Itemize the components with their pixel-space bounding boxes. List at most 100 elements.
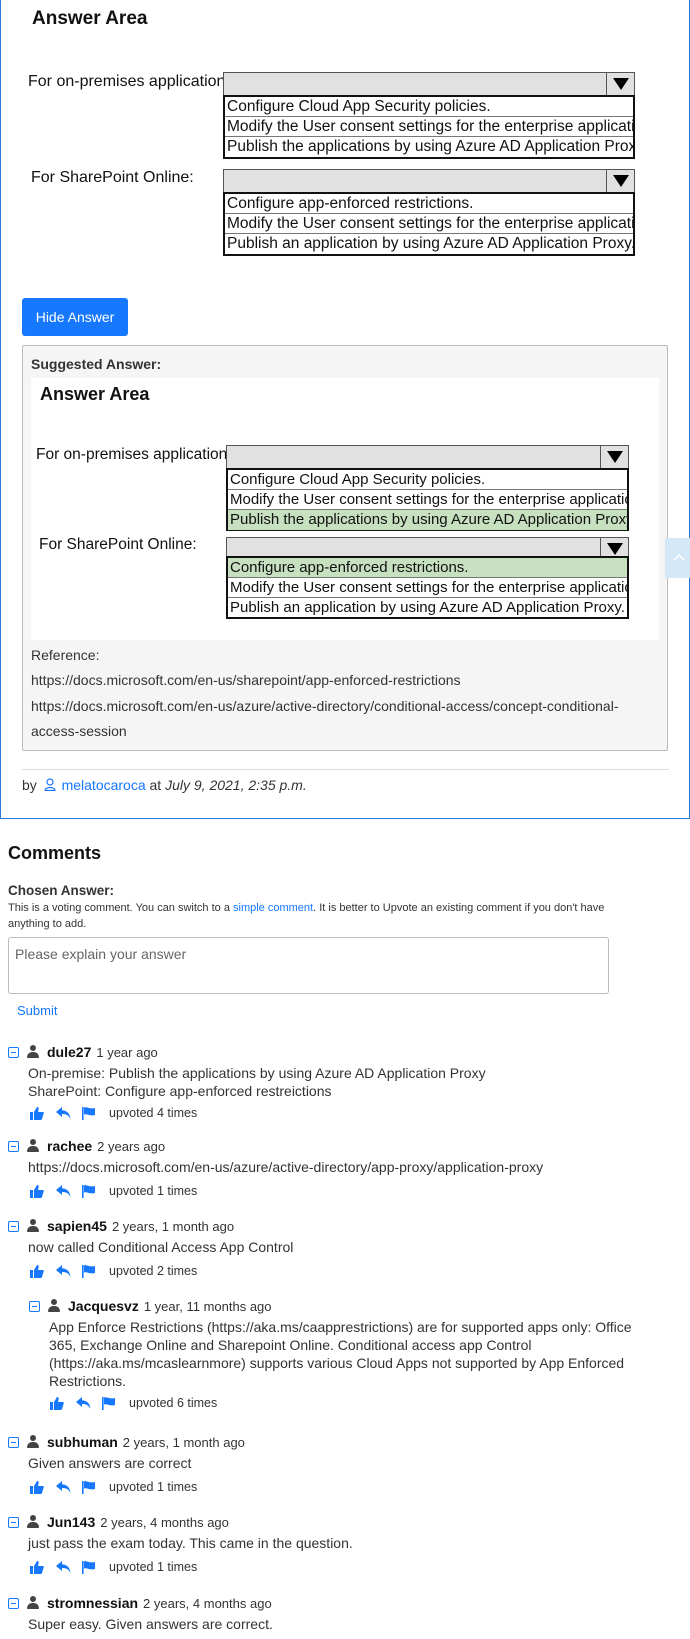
- comment-username[interactable]: subhuman: [47, 1434, 118, 1450]
- upvote-count: upvoted 1 times: [109, 1480, 198, 1494]
- comment-body: On-premise: Publish the applications by …: [28, 1064, 486, 1100]
- sug-q1-options: Configure Cloud App Security policies. M…: [226, 468, 629, 531]
- sug-q1-option: Configure Cloud App Security policies.: [228, 470, 627, 490]
- reply-icon[interactable]: [55, 1184, 71, 1198]
- suggested-answer-area-title: Answer Area: [40, 384, 150, 404]
- comment-line: App Enforce Restrictions (https://aka.ms…: [49, 1319, 632, 1335]
- thumbs-up-icon[interactable]: [29, 1184, 45, 1198]
- flag-icon[interactable]: [101, 1396, 117, 1410]
- sug-q2-option-selected: Configure app-enforced restrictions.: [228, 558, 627, 578]
- reference-link-cont[interactable]: access-session: [31, 723, 127, 739]
- minus-square-icon[interactable]: [8, 1597, 19, 1609]
- comment-date: 2 years, 4 months ago: [100, 1514, 229, 1530]
- comment-body: App Enforce Restrictions (https://aka.ms…: [49, 1318, 689, 1390]
- minus-square-icon[interactable]: [8, 1436, 19, 1448]
- minus-square-icon[interactable]: [8, 1046, 19, 1058]
- q1-options: Configure Cloud App Security policies. M…: [223, 95, 635, 159]
- flag-icon[interactable]: [81, 1560, 97, 1574]
- comment-textarea[interactable]: Please explain your answer: [8, 937, 609, 994]
- reply-icon[interactable]: [55, 1480, 71, 1494]
- comment-date: 2 years, 1 month ago: [111, 1218, 235, 1234]
- minus-square-icon[interactable]: [8, 1220, 19, 1232]
- minus-square-icon[interactable]: [8, 1516, 19, 1528]
- upvote-count: upvoted 4 times: [109, 1106, 198, 1120]
- thumbs-up-icon[interactable]: [29, 1264, 45, 1278]
- thumbs-up-icon[interactable]: [29, 1106, 45, 1120]
- person-icon: [26, 1219, 40, 1233]
- q2-options: Configure app-enforced restrictions. Mod…: [223, 192, 635, 256]
- simple-comment-link[interactable]: simple comment: [233, 902, 313, 914]
- q1-option[interactable]: Configure Cloud App Security policies.: [225, 97, 633, 117]
- comments-heading: Comments: [8, 843, 102, 863]
- minus-square-icon[interactable]: [8, 1140, 19, 1152]
- post-date: July 9, 2021, 2:35 p.m.: [165, 777, 307, 793]
- comment-line: Given answers are correct: [28, 1455, 192, 1471]
- flag-icon[interactable]: [81, 1480, 97, 1494]
- comment-date: 1 year ago: [96, 1044, 158, 1060]
- comment-username[interactable]: dule27: [47, 1044, 91, 1060]
- q2-dropdown[interactable]: [223, 169, 635, 193]
- comment-line: Super easy. Given answers are correct.: [28, 1616, 273, 1632]
- reference-link[interactable]: https://docs.microsoft.com/en-us/sharepo…: [31, 672, 461, 688]
- comment-username[interactable]: stromnessian: [47, 1595, 138, 1611]
- dropdown-arrow-icon: [606, 170, 634, 192]
- comment-line: now called Conditional Access App Contro…: [28, 1239, 294, 1255]
- comment-header: subhuman 2 years, 1 month ago: [8, 1434, 245, 1450]
- user-outline-icon: [44, 778, 56, 792]
- q1-option[interactable]: Modify the User consent settings for the…: [225, 117, 633, 137]
- sug-q2-options: Configure app-enforced restrictions. Mod…: [226, 556, 629, 619]
- thumbs-up-icon[interactable]: [29, 1480, 45, 1494]
- minus-square-icon[interactable]: [29, 1300, 40, 1312]
- reference-label: Reference:: [31, 647, 100, 663]
- upvote-count: upvoted 2 times: [109, 1264, 198, 1278]
- byline-by: by: [22, 777, 37, 793]
- reply-icon[interactable]: [75, 1396, 91, 1410]
- author-link[interactable]: melatocaroca: [62, 777, 146, 793]
- reference-link[interactable]: https://docs.microsoft.com/en-us/azure/a…: [31, 698, 618, 714]
- suggested-answer-box: Suggested Answer: Answer Area For on-pre…: [22, 345, 668, 751]
- comment-body: Given answers are correct: [28, 1454, 191, 1472]
- sug-q1-option-selected: Publish the applications by using Azure …: [228, 510, 627, 530]
- q1-dropdown[interactable]: [223, 72, 635, 96]
- flag-icon[interactable]: [81, 1264, 97, 1278]
- comment-username[interactable]: rachee: [47, 1138, 92, 1154]
- flag-icon[interactable]: [81, 1184, 97, 1198]
- comment-line: SharePoint: Configure app-enforced restr…: [28, 1083, 332, 1099]
- person-icon: [26, 1139, 40, 1153]
- person-icon: [26, 1515, 40, 1529]
- q2-option[interactable]: Publish an application by using Azure AD…: [225, 234, 633, 254]
- comment-body: https://docs.microsoft.com/en-us/azure/a…: [28, 1158, 543, 1176]
- comment-line: just pass the exam today. This came in t…: [28, 1535, 353, 1551]
- q2-option[interactable]: Modify the User consent settings for the…: [225, 214, 633, 234]
- upvote-count: upvoted 1 times: [109, 1560, 198, 1574]
- comment-actions: upvoted 6 times: [49, 1396, 217, 1410]
- answer-area-title: Answer Area: [32, 8, 148, 29]
- divider: [22, 769, 669, 770]
- comment-header: sapien45 2 years, 1 month ago: [8, 1218, 234, 1234]
- suggested-answer-label: Suggested Answer:: [31, 356, 162, 372]
- comment-username[interactable]: Jun143: [47, 1514, 95, 1530]
- flag-icon[interactable]: [81, 1106, 97, 1120]
- byline-at: at: [149, 777, 162, 793]
- voting-note: This is a voting comment. You can switch…: [8, 900, 608, 932]
- q1-option[interactable]: Publish the applications by using Azure …: [225, 137, 633, 157]
- chosen-answer-label: Chosen Answer:: [8, 883, 115, 898]
- reply-icon[interactable]: [55, 1106, 71, 1120]
- reply-icon[interactable]: [55, 1560, 71, 1574]
- comment-date: 2 years, 1 month ago: [122, 1434, 245, 1450]
- thumbs-up-icon[interactable]: [29, 1560, 45, 1574]
- comment-username[interactable]: Jacquesvz: [68, 1298, 139, 1314]
- comment-header: dule27 1 year ago: [8, 1044, 158, 1060]
- scroll-to-top-button[interactable]: [665, 538, 690, 578]
- suggested-answer-image: Answer Area For on-premises applications…: [31, 378, 659, 640]
- comment-line: (https://aka.ms/mcaslearnmore) supports …: [49, 1355, 625, 1371]
- thumbs-up-icon[interactable]: [49, 1396, 65, 1410]
- comment-line: https://docs.microsoft.com/en-us/azure/a…: [28, 1159, 544, 1175]
- q2-option[interactable]: Configure app-enforced restrictions.: [225, 194, 633, 214]
- comment-username[interactable]: sapien45: [47, 1218, 107, 1234]
- reply-icon[interactable]: [55, 1264, 71, 1278]
- note-text: This is a voting comment. You can switch…: [8, 902, 230, 914]
- comment-line: 365, Exchange Online and Sharepoint Onli…: [49, 1337, 532, 1353]
- hide-answer-button[interactable]: Hide Answer: [22, 298, 128, 336]
- submit-button[interactable]: Submit: [17, 1003, 57, 1018]
